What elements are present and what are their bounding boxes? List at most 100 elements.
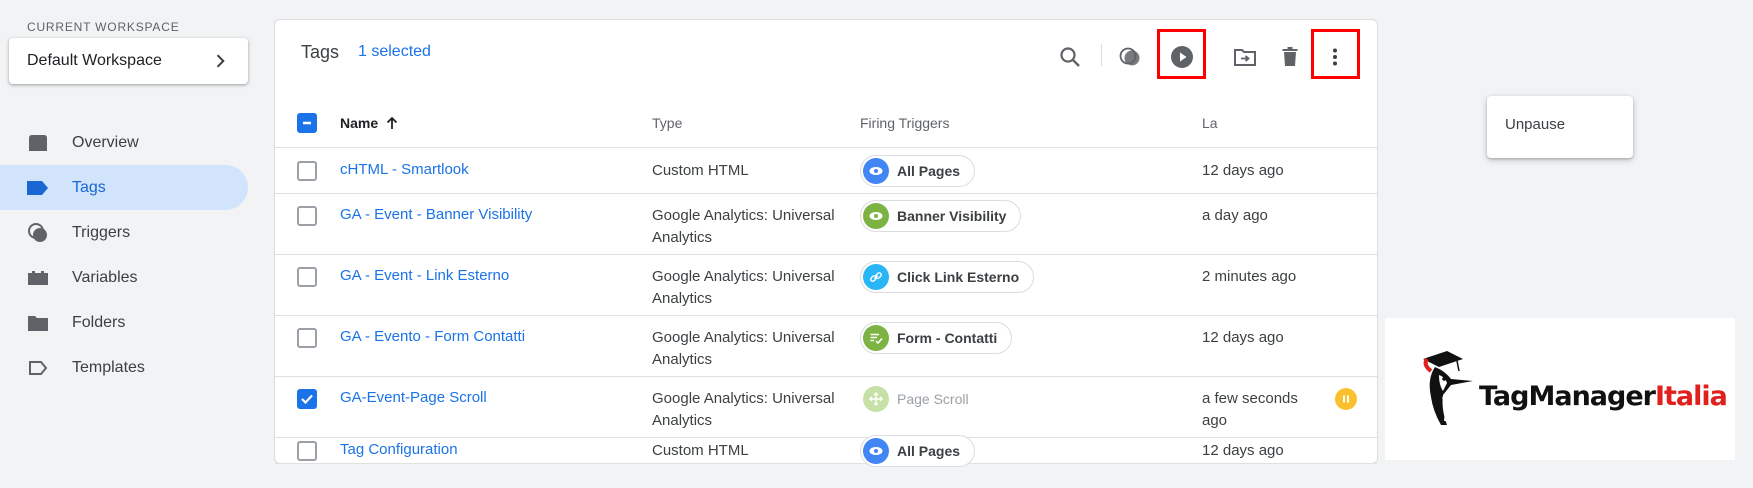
highlight-box-more xyxy=(1311,29,1360,79)
last-edited: 2 minutes ago xyxy=(1202,268,1297,285)
last-edited-column-header[interactable]: La xyxy=(1202,115,1218,131)
trigger-label: Click Link Esterno xyxy=(897,269,1020,285)
type-column-header[interactable]: Type xyxy=(652,115,682,131)
workspace-name: Default Workspace xyxy=(27,52,162,69)
paused-icon xyxy=(1335,388,1357,410)
sidebar-item-folders[interactable]: Folders xyxy=(0,300,248,345)
chevron-right-icon xyxy=(216,54,225,68)
trigger-overlap-button[interactable] xyxy=(1115,42,1145,72)
sidebar-item-label: Variables xyxy=(72,268,138,286)
sidebar-item-tags[interactable]: Tags xyxy=(0,165,248,210)
variables-icon xyxy=(26,266,50,290)
tag-name-link[interactable]: Tag Configuration xyxy=(340,441,458,458)
row-checkbox[interactable] xyxy=(297,161,317,181)
row-checkbox[interactable] xyxy=(297,441,317,461)
tag-name-link[interactable]: GA - Event - Banner Visibility xyxy=(340,206,532,223)
trigger-overlap-icon xyxy=(1119,47,1140,66)
last-edited: 12 days ago xyxy=(1202,162,1284,179)
sidebar-item-label: Templates xyxy=(72,358,145,376)
trigger-chip[interactable]: All Pages xyxy=(860,435,976,467)
table-row[interactable]: GA-Event-Page Scroll Google Analytics: U… xyxy=(275,377,1377,438)
trigger-chip[interactable]: All Pages xyxy=(860,155,976,187)
logo-text-dark: TagManager xyxy=(1479,380,1656,412)
trigger-label: All Pages xyxy=(897,163,961,179)
trigger-chip[interactable]: Click Link Esterno xyxy=(860,261,1035,293)
workspace-label: CURRENT WORKSPACE xyxy=(27,20,180,34)
name-column-header[interactable]: Name xyxy=(340,115,400,131)
last-edited: a few seconds ago xyxy=(1202,390,1298,429)
row-checkbox[interactable] xyxy=(297,389,317,409)
trigger-label: Banner Visibility xyxy=(897,208,1007,224)
workspace-selector[interactable]: Default Workspace xyxy=(9,38,248,84)
check-icon xyxy=(301,394,313,405)
table-row[interactable]: GA - Event - Link Esterno Google Analyti… xyxy=(275,255,1377,316)
select-all-checkbox[interactable] xyxy=(297,113,317,133)
triggers-column-header[interactable]: Firing Triggers xyxy=(860,115,949,131)
toolbar-divider xyxy=(1101,44,1102,66)
trigger-icon xyxy=(26,221,50,245)
table-row[interactable]: Tag Configuration Custom HTML All Pages … xyxy=(275,435,1377,467)
sidebar-item-label: Triggers xyxy=(72,223,131,241)
eye-icon xyxy=(863,158,889,184)
tag-icon xyxy=(26,176,50,200)
table-row[interactable]: cHTML - Smartlook Custom HTML All Pages … xyxy=(275,149,1377,194)
template-icon xyxy=(26,356,50,380)
trigger-label: Form - Contatti xyxy=(897,330,998,346)
delete-icon xyxy=(1282,47,1298,66)
panel-title: Tags xyxy=(301,42,340,62)
last-edited: 12 days ago xyxy=(1202,329,1284,346)
search-icon xyxy=(1060,47,1080,67)
row-checkbox[interactable] xyxy=(297,267,317,287)
eye-icon xyxy=(863,203,889,229)
tag-name-link[interactable]: cHTML - Smartlook xyxy=(340,161,469,178)
row-checkbox[interactable] xyxy=(297,206,317,226)
sidebar-item-label: Folders xyxy=(72,313,126,331)
sidebar-item-overview[interactable]: Overview xyxy=(0,120,248,165)
tag-name-link[interactable]: GA-Event-Page Scroll xyxy=(340,389,487,406)
sidebar-nav: Overview Tags Triggers Variables Folders… xyxy=(0,120,248,390)
row-checkbox[interactable] xyxy=(297,328,317,348)
eye-icon xyxy=(863,438,889,464)
trigger-chip[interactable]: Form - Contatti xyxy=(860,322,1013,354)
tagmanageritalia-logo: TagManagerItalia xyxy=(1385,318,1735,460)
tag-type: Custom HTML xyxy=(652,162,749,179)
tag-name-link[interactable]: GA - Evento - Form Contatti xyxy=(340,328,525,345)
last-edited: 12 days ago xyxy=(1202,442,1284,459)
last-edited: a day ago xyxy=(1202,207,1268,224)
sidebar-item-label: Tags xyxy=(72,178,106,196)
move-to-folder-icon xyxy=(1234,49,1256,66)
search-button[interactable] xyxy=(1055,42,1085,72)
highlight-box-play xyxy=(1157,29,1206,79)
table-header: Name Type Firing Triggers La xyxy=(275,98,1377,148)
name-header-label: Name xyxy=(340,115,379,131)
sidebar-item-triggers[interactable]: Triggers xyxy=(0,210,248,255)
logo-text-red: Italia xyxy=(1654,380,1728,412)
tag-type: Google Analytics: Universal Analytics xyxy=(652,268,835,307)
table-row[interactable]: GA - Event - Banner Visibility Google An… xyxy=(275,194,1377,255)
more-options-menu: Unpause xyxy=(1487,96,1633,158)
tag-type: Google Analytics: Universal Analytics xyxy=(652,329,835,368)
table-row[interactable]: GA - Evento - Form Contatti Google Analy… xyxy=(275,316,1377,377)
form-icon xyxy=(863,325,889,351)
tags-panel: Tags 1 selected Name Type Firing Trigger… xyxy=(274,19,1633,467)
scroll-icon xyxy=(863,386,889,412)
tag-type: Custom HTML xyxy=(652,442,749,459)
delete-button[interactable] xyxy=(1275,42,1305,72)
selection-count: 1 selected xyxy=(358,43,431,60)
trigger-label: All Pages xyxy=(897,443,961,459)
trigger-chip[interactable]: Banner Visibility xyxy=(860,200,1022,232)
unpause-menu-item[interactable]: Unpause xyxy=(1505,116,1565,133)
tag-name-link[interactable]: GA - Event - Link Esterno xyxy=(340,267,509,284)
trigger-label: Page Scroll xyxy=(897,391,969,407)
logo-wordmark: TagManagerItalia xyxy=(1479,380,1728,412)
tag-type: Google Analytics: Universal Analytics xyxy=(652,390,835,429)
woodpecker-logo-icon xyxy=(1423,351,1473,425)
move-to-folder-button[interactable] xyxy=(1230,42,1260,72)
trigger-chip[interactable]: Page Scroll xyxy=(860,383,984,415)
folder-icon xyxy=(26,311,50,335)
overview-icon xyxy=(26,131,50,155)
sidebar-item-templates[interactable]: Templates xyxy=(0,345,248,390)
sidebar-item-variables[interactable]: Variables xyxy=(0,255,248,300)
minus-icon xyxy=(303,121,311,125)
tag-type: Google Analytics: Universal Analytics xyxy=(652,207,835,246)
